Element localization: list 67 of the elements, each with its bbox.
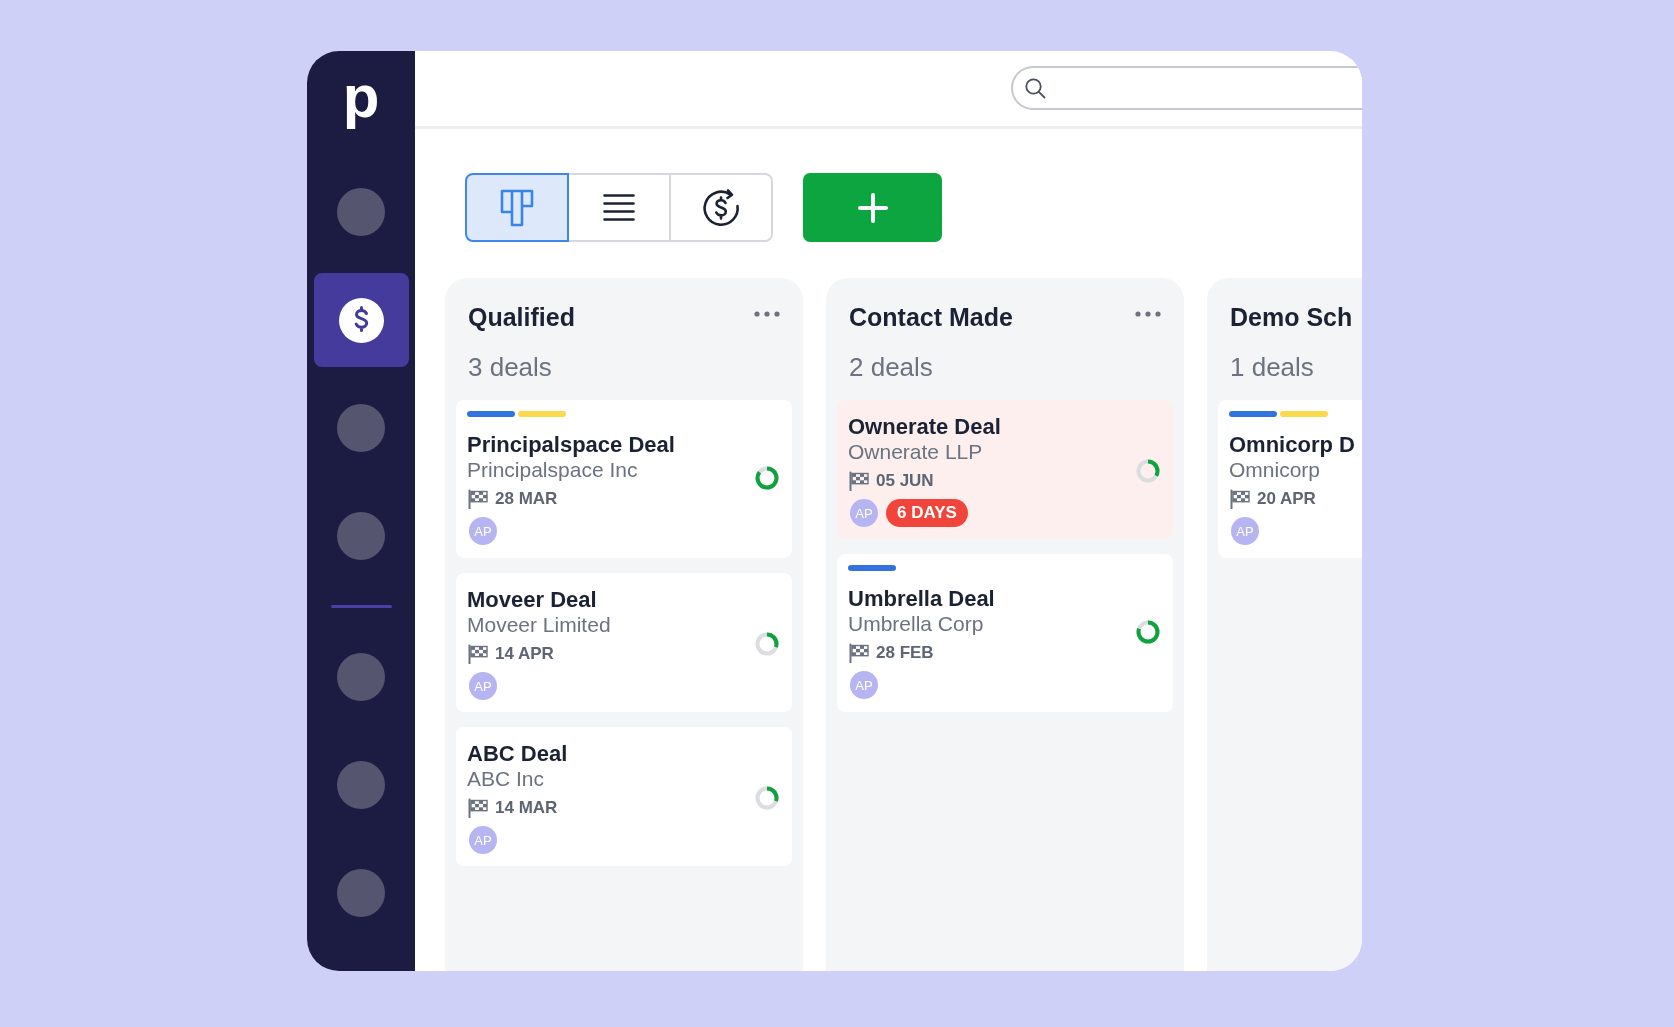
list-icon — [603, 193, 635, 222]
deal-card[interactable]: Umbrella Deal Umbrella Corp 28 FEB AP — [837, 554, 1173, 712]
close-date: 05 JUN — [876, 470, 934, 492]
placeholder-icon — [337, 188, 385, 236]
owner-avatar: AP — [850, 499, 878, 527]
dollar-icon — [338, 297, 384, 343]
company-name: Omnicorp — [1229, 458, 1321, 482]
deal-card[interactable]: Ownerate Deal Ownerate LLP 05 JUN AP 6 DAYS — [837, 400, 1173, 539]
placeholder-icon — [337, 761, 385, 809]
owner-avatar: AP — [469, 517, 497, 545]
checkered-flag-icon — [848, 471, 869, 491]
company-name: Principalspace Inc — [467, 458, 638, 482]
more-icon[interactable] — [754, 311, 780, 317]
deal-card[interactable]: Moveer Deal Moveer Limited 14 APR AP — [456, 573, 792, 712]
deal-title: Omnicorp D — [1229, 432, 1355, 458]
close-date: 14 APR — [495, 643, 554, 665]
deal-count: 1 deals — [1230, 352, 1314, 382]
deal-card[interactable]: Principalspace Deal Principalspace Inc 28 MAR AP — [456, 400, 792, 558]
deal-card[interactable]: ABC Deal ABC Inc 14 MAR AP — [456, 727, 792, 866]
search-icon — [1024, 77, 1046, 99]
owner-avatar: AP — [1231, 517, 1259, 545]
checkered-flag-icon — [467, 644, 488, 664]
progress-ring — [754, 630, 780, 657]
owner-avatar: AP — [469, 672, 497, 700]
search-field[interactable] — [1011, 66, 1362, 110]
owner-avatar: AP — [850, 671, 878, 699]
checkered-flag-icon — [467, 798, 488, 818]
column-title: Demo Sch — [1230, 302, 1353, 332]
progress-ring — [754, 784, 780, 811]
company-name: Moveer Limited — [467, 613, 611, 637]
deal-count: 2 deals — [849, 352, 933, 382]
deal-card[interactable]: Omnicorp D Omnicorp 20 APR AP — [1218, 400, 1362, 558]
view-toggle-button[interactable] — [465, 173, 569, 242]
deal-count: 3 deals — [468, 352, 552, 382]
plus-icon — [857, 192, 888, 223]
add-button[interactable] — [803, 173, 942, 242]
deal-title: Principalspace Deal — [467, 432, 675, 458]
placeholder-icon — [337, 653, 385, 701]
close-date: 28 MAR — [495, 488, 558, 510]
deal-title: Umbrella Deal — [848, 586, 995, 612]
checkered-flag-icon — [848, 643, 869, 663]
close-date: 20 APR — [1257, 488, 1316, 510]
deal-title: ABC Deal — [467, 741, 568, 767]
progress-ring — [1135, 457, 1161, 484]
overdue-badge: 6 DAYS — [886, 499, 968, 527]
checkered-flag-icon — [1229, 489, 1250, 509]
close-date: 28 FEB — [876, 642, 934, 664]
app-logo: p — [342, 67, 380, 127]
column-title: Contact Made — [849, 302, 1013, 332]
owner-avatar: AP — [469, 826, 497, 854]
dollar-refresh-icon — [701, 187, 741, 228]
placeholder-icon — [337, 404, 385, 452]
deal-title: Moveer Deal — [467, 587, 597, 613]
placeholder-icon — [337, 869, 385, 917]
close-date: 14 MAR — [495, 797, 558, 819]
progress-ring — [754, 465, 780, 491]
nav-item[interactable] — [313, 273, 409, 367]
checkered-flag-icon — [467, 489, 488, 509]
deal-title: Ownerate Deal — [848, 414, 1001, 440]
column-title: Qualified — [468, 302, 575, 332]
company-name: ABC Inc — [467, 767, 545, 791]
placeholder-icon — [337, 512, 385, 560]
more-icon[interactable] — [1135, 311, 1161, 317]
progress-ring — [1135, 619, 1161, 645]
company-name: Ownerate LLP — [848, 440, 983, 464]
kanban-icon — [500, 188, 534, 227]
company-name: Umbrella Corp — [848, 612, 984, 636]
